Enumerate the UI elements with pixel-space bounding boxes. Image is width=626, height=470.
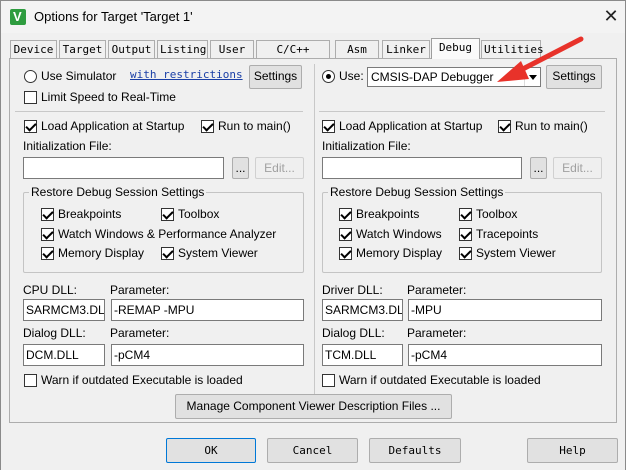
left-restore-group-title: Restore Debug Session Settings xyxy=(29,185,207,199)
driver-param-label: Parameter: xyxy=(407,283,467,297)
tab-cpp[interactable]: C/C++ (AC6) xyxy=(256,40,330,73)
left-memory-checkbox[interactable] xyxy=(41,247,54,260)
limit-speed-label: Limit Speed to Real-Time xyxy=(41,90,176,104)
use-debugger-radio[interactable] xyxy=(322,70,335,83)
left-browse-button[interactable]: ... xyxy=(232,157,249,179)
left-breakpoints-checkbox[interactable] xyxy=(41,208,54,221)
tab-debug[interactable]: Debug xyxy=(431,38,480,59)
title-bar: Options for Target 'Target 1' ✕ xyxy=(1,1,625,33)
tab-asm[interactable]: Asm xyxy=(335,40,379,58)
left-memory-label: Memory Display xyxy=(58,246,145,260)
right-run-to-main-checkbox[interactable] xyxy=(498,120,511,133)
right-tracepoints-checkbox[interactable] xyxy=(459,228,472,241)
app-icon xyxy=(10,9,26,25)
cancel-button[interactable]: Cancel xyxy=(267,438,358,463)
right-edit-button[interactable]: Edit... xyxy=(553,157,602,179)
help-button[interactable]: Help xyxy=(527,438,618,463)
right-init-file-input[interactable] xyxy=(322,157,522,179)
tab-target[interactable]: Target xyxy=(59,40,106,58)
right-sysviewer-label: System Viewer xyxy=(476,246,556,260)
right-run-to-main-label: Run to main() xyxy=(515,119,588,133)
with-restrictions-link[interactable]: with restrictions xyxy=(130,68,243,81)
left-edit-button[interactable]: Edit... xyxy=(255,157,304,179)
right-toolbox-checkbox[interactable] xyxy=(459,208,472,221)
right-restore-group-title: Restore Debug Session Settings xyxy=(328,185,506,199)
right-memory-label: Memory Display xyxy=(356,246,443,260)
cpu-param-label: Parameter: xyxy=(110,283,170,297)
right-toolbox-label: Toolbox xyxy=(476,207,518,221)
left-separator xyxy=(15,111,303,112)
defaults-button[interactable]: Defaults xyxy=(369,438,461,463)
right-browse-button[interactable]: ... xyxy=(530,157,547,179)
limit-speed-checkbox[interactable] xyxy=(24,91,37,104)
right-dialog-param-label: Parameter: xyxy=(407,326,467,340)
cpu-param-input[interactable]: -REMAP -MPU xyxy=(111,299,304,321)
left-init-file-input[interactable] xyxy=(23,157,224,179)
left-dialog-dll-label: Dialog DLL: xyxy=(23,326,86,340)
ok-button[interactable]: OK xyxy=(166,438,256,463)
use-simulator-label: Use Simulator xyxy=(41,69,117,83)
right-separator xyxy=(319,111,605,112)
right-init-file-label: Initialization File: xyxy=(322,139,411,153)
tab-linker[interactable]: Linker xyxy=(382,40,430,58)
driver-dll-input[interactable]: SARMCM3.DLL xyxy=(322,299,403,321)
tab-device[interactable]: Device xyxy=(10,40,57,58)
left-settings-button[interactable]: Settings xyxy=(249,65,302,89)
right-watch-label: Watch Windows xyxy=(356,227,442,241)
use-label: Use: xyxy=(339,69,364,83)
left-toolbox-checkbox[interactable] xyxy=(161,208,174,221)
driver-param-input[interactable]: -MPU xyxy=(408,299,602,321)
window-title: Options for Target 'Target 1' xyxy=(34,9,193,24)
right-dialog-dll-input[interactable]: TCM.DLL xyxy=(322,344,403,366)
left-load-app-checkbox[interactable] xyxy=(24,120,37,133)
left-breakpoints-label: Breakpoints xyxy=(58,207,122,221)
left-toolbox-label: Toolbox xyxy=(178,207,220,221)
left-dialog-dll-input[interactable]: DCM.DLL xyxy=(23,344,105,366)
left-warn-checkbox[interactable] xyxy=(24,374,37,387)
driver-dll-label: Driver DLL: xyxy=(322,283,383,297)
right-dialog-dll-label: Dialog DLL: xyxy=(322,326,385,340)
tab-user[interactable]: User xyxy=(210,40,254,58)
left-dialog-param-input[interactable]: -pCM4 xyxy=(111,344,304,366)
right-load-app-checkbox[interactable] xyxy=(322,120,335,133)
right-tracepoints-label: Tracepoints xyxy=(476,227,539,241)
tab-listing[interactable]: Listing xyxy=(157,40,208,58)
debugger-select-value: CMSIS-DAP Debugger xyxy=(371,70,494,84)
right-breakpoints-label: Breakpoints xyxy=(356,207,420,221)
left-sysviewer-label: System Viewer xyxy=(178,246,258,260)
annotation-arrow-icon xyxy=(497,36,584,82)
right-warn-label: Warn if outdated Executable is loaded xyxy=(339,373,541,387)
column-divider xyxy=(314,64,315,394)
left-watch-checkbox[interactable] xyxy=(41,228,54,241)
right-warn-checkbox[interactable] xyxy=(322,374,335,387)
right-sysviewer-checkbox[interactable] xyxy=(459,247,472,260)
left-warn-label: Warn if outdated Executable is loaded xyxy=(41,373,243,387)
use-simulator-radio[interactable] xyxy=(24,70,37,83)
right-memory-checkbox[interactable] xyxy=(339,247,352,260)
left-init-file-label: Initialization File: xyxy=(23,139,112,153)
left-dialog-param-label: Parameter: xyxy=(110,326,170,340)
left-run-to-main-label: Run to main() xyxy=(218,119,291,133)
options-dialog: Options for Target 'Target 1' ✕ Device T… xyxy=(0,0,626,470)
tab-output[interactable]: Output xyxy=(108,40,155,58)
right-dialog-param-input[interactable]: -pCM4 xyxy=(408,344,602,366)
cpu-dll-label: CPU DLL: xyxy=(23,283,78,297)
manage-component-viewer-button[interactable]: Manage Component Viewer Description File… xyxy=(175,394,452,419)
left-load-app-label: Load Application at Startup xyxy=(41,119,185,133)
cpu-dll-input[interactable]: SARMCM3.DLL xyxy=(23,299,105,321)
left-watch-label: Watch Windows & Performance Analyzer xyxy=(58,227,277,241)
close-icon[interactable]: ✕ xyxy=(601,6,621,26)
right-breakpoints-checkbox[interactable] xyxy=(339,208,352,221)
left-sysviewer-checkbox[interactable] xyxy=(161,247,174,260)
left-run-to-main-checkbox[interactable] xyxy=(201,120,214,133)
right-watch-checkbox[interactable] xyxy=(339,228,352,241)
right-load-app-label: Load Application at Startup xyxy=(339,119,483,133)
